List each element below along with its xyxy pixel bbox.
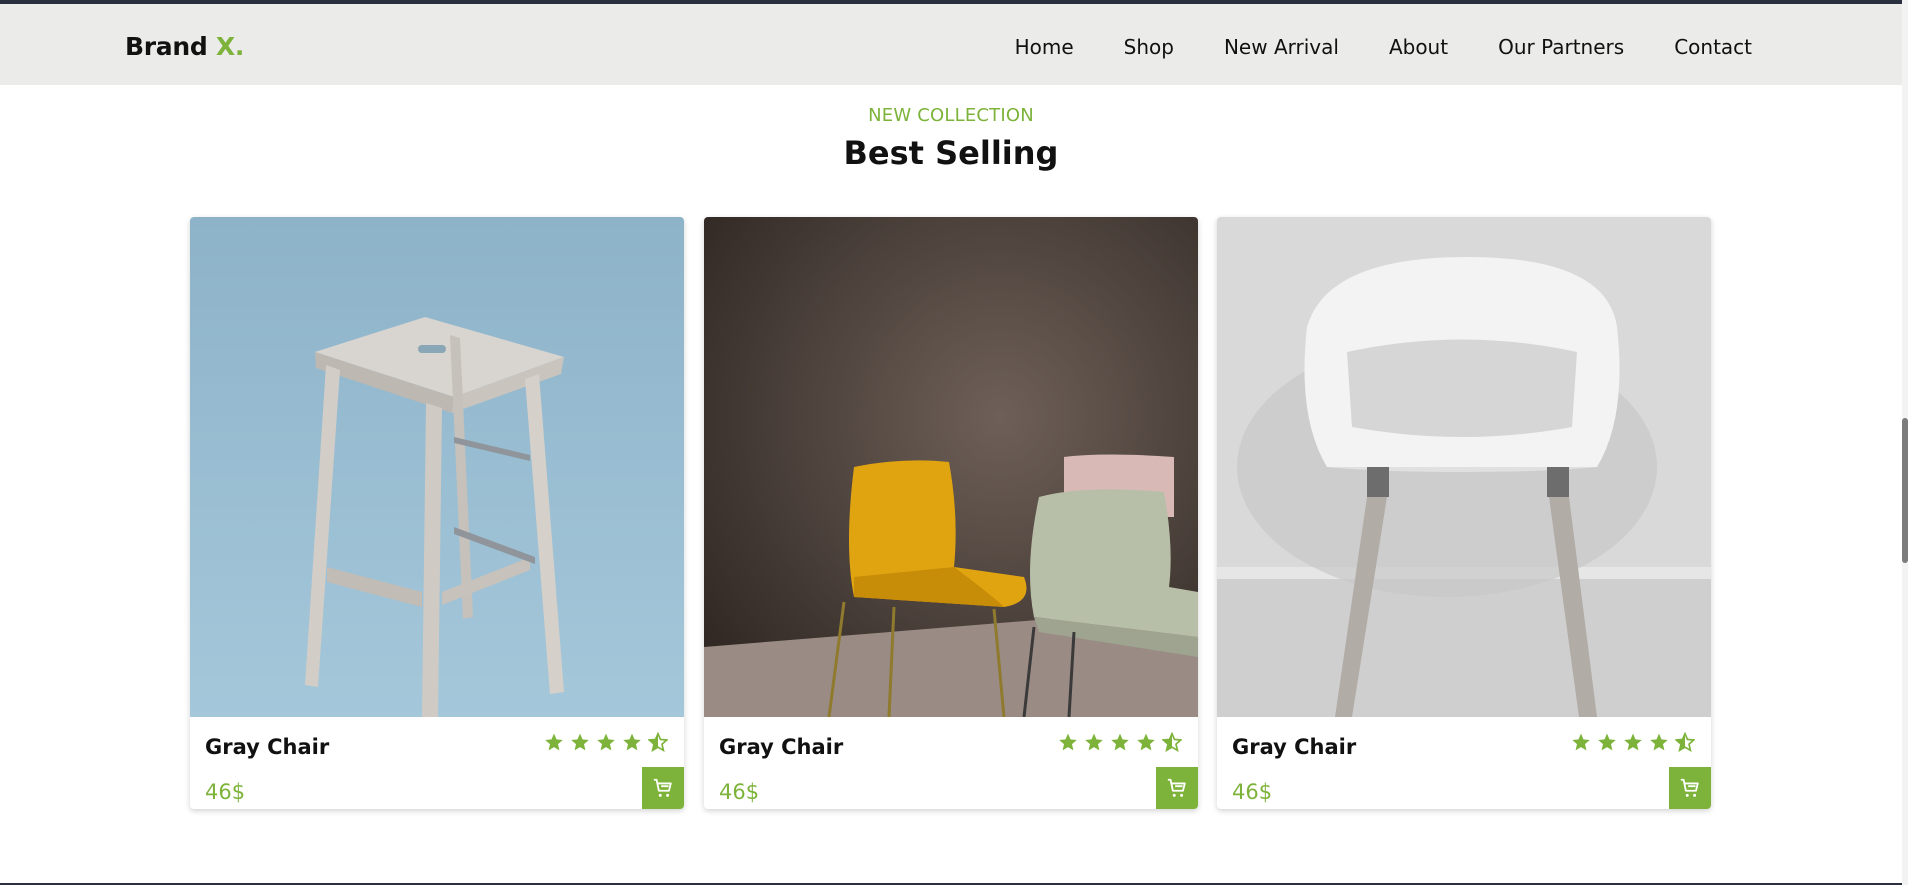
product-price: 46$: [1232, 780, 1273, 804]
add-to-cart-button[interactable]: [1156, 767, 1198, 809]
scrollbar-thumb[interactable]: [1902, 418, 1908, 563]
product-image-white-chair[interactable]: [1217, 217, 1711, 717]
nav-new-arrival[interactable]: New Arrival: [1224, 35, 1339, 59]
star-icon: [597, 733, 615, 751]
main-nav: Home Shop New Arrival About Our Partners…: [1015, 35, 1752, 59]
shopping-cart-icon: [1167, 778, 1186, 797]
product-name[interactable]: Gray Chair: [1232, 735, 1356, 759]
star-icon: [1650, 733, 1668, 751]
section-title: Best Selling: [843, 134, 1059, 172]
star-icon: [1085, 733, 1103, 751]
product-rating: [544, 732, 668, 752]
brand-logo[interactable]: Brand X.: [125, 32, 244, 61]
star-icon: [1572, 733, 1590, 751]
shopping-cart-icon: [1680, 778, 1699, 797]
star-icon: [1059, 733, 1077, 751]
nav-our-partners[interactable]: Our Partners: [1498, 35, 1624, 59]
product-price: 46$: [205, 780, 246, 804]
add-to-cart-button[interactable]: [642, 767, 684, 809]
half-star-icon: [648, 732, 668, 752]
product-name[interactable]: Gray Chair: [205, 735, 329, 759]
product-image-chairs[interactable]: [704, 217, 1198, 717]
star-icon: [1624, 733, 1642, 751]
star-icon: [1111, 733, 1129, 751]
star-icon: [1137, 733, 1155, 751]
product-rating: [1058, 732, 1182, 752]
shopping-cart-icon: [653, 778, 672, 797]
nav-about[interactable]: About: [1389, 35, 1448, 59]
section-eyebrow: NEW COLLECTION: [868, 105, 1034, 126]
product-price: 46$: [719, 780, 760, 804]
add-to-cart-button[interactable]: [1669, 767, 1711, 809]
product-image-stool[interactable]: [190, 217, 684, 717]
nav-contact[interactable]: Contact: [1674, 35, 1752, 59]
product-card[interactable]: Gray Chair 46$: [190, 217, 684, 809]
half-star-icon: [1675, 732, 1695, 752]
nav-home[interactable]: Home: [1015, 35, 1074, 59]
star-icon: [545, 733, 563, 751]
brand-accent: X.: [215, 32, 245, 61]
product-card[interactable]: Gray Chair 46$: [1217, 217, 1711, 809]
star-icon: [571, 733, 589, 751]
product-card[interactable]: Gray Chair 46$: [704, 217, 1198, 809]
product-name[interactable]: Gray Chair: [719, 735, 843, 759]
nav-shop[interactable]: Shop: [1124, 35, 1174, 59]
product-rating: [1571, 732, 1695, 752]
brand-text: Brand: [125, 32, 208, 61]
star-icon: [1598, 733, 1616, 751]
site-header: Brand X. Home Shop New Arrival About Our…: [0, 4, 1902, 85]
star-icon: [623, 733, 641, 751]
half-star-icon: [1162, 732, 1182, 752]
